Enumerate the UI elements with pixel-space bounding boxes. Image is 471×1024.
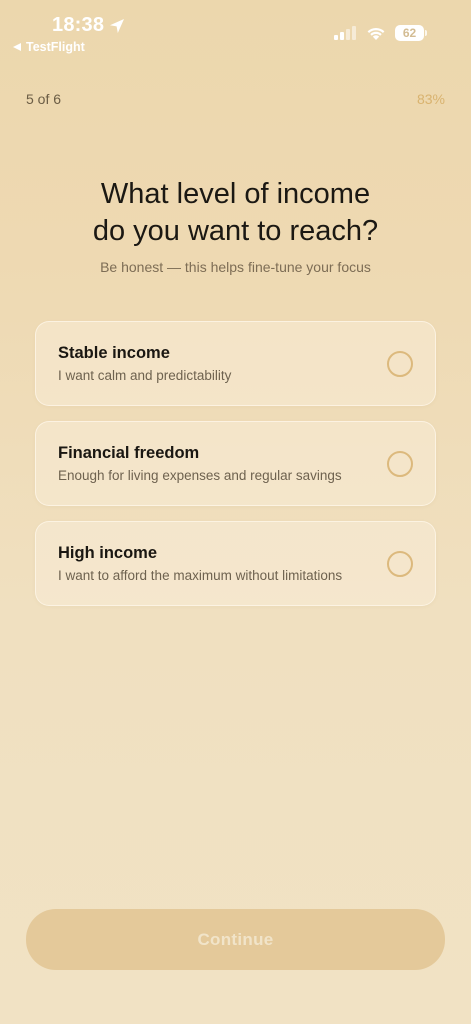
question-subtitle: Be honest — this helps fine-tune your fo…: [100, 259, 371, 275]
status-indicators: 62: [333, 25, 427, 41]
radio-unchecked-icon[interactable]: [387, 351, 413, 377]
radio-unchecked-icon[interactable]: [387, 551, 413, 577]
option-description: Enough for living expenses and regular s…: [58, 468, 342, 483]
radio-unchecked-icon[interactable]: [387, 451, 413, 477]
option-stable-income[interactable]: Stable income I want calm and predictabi…: [35, 321, 436, 406]
wifi-icon: [367, 27, 385, 40]
option-title: Financial freedom: [58, 444, 200, 462]
status-time: 18:38: [52, 14, 105, 36]
progress-percent: 83%: [416, 91, 445, 107]
back-to-app-button[interactable]: TestFlight: [12, 40, 85, 54]
status-bar: 18:38 TestFlight 62: [0, 0, 471, 60]
option-title: High income: [58, 544, 158, 562]
status-time-group: 18:38: [52, 14, 125, 37]
question-title: What level of income do you want to reac…: [92, 178, 379, 247]
continue-button[interactable]: Continue: [26, 909, 445, 970]
option-financial-freedom[interactable]: Financial freedom Enough for living expe…: [35, 421, 436, 506]
back-app-label: TestFlight: [26, 40, 85, 54]
option-description: I want calm and predictability: [58, 368, 232, 383]
option-description: I want to afford the maximum without lim…: [58, 568, 343, 583]
battery-level: 62: [395, 25, 424, 41]
option-high-income[interactable]: High income I want to afford the maximum…: [35, 521, 436, 606]
cellular-signal-icon: [334, 26, 356, 40]
location-arrow-icon: [110, 18, 125, 33]
option-title: Stable income: [58, 344, 170, 362]
back-triangle-icon: [13, 43, 21, 51]
battery-icon: 62: [395, 25, 427, 41]
battery-cap: [425, 30, 427, 36]
step-counter: 5 of 6: [26, 91, 62, 107]
